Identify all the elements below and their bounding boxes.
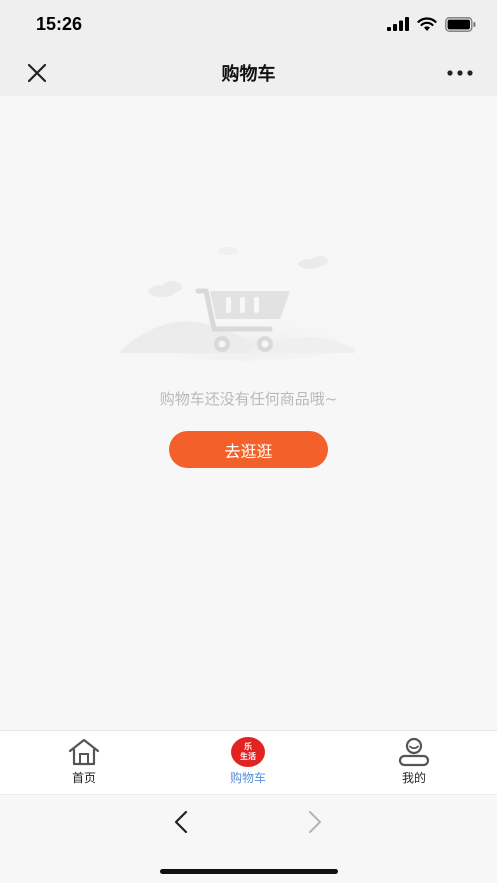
cart-empty-state: 购物车还没有任何商品哦~ 去逛逛 [0,96,497,730]
go-shopping-button[interactable]: 去逛逛 [169,431,328,468]
chevron-right-icon[interactable] [304,809,326,835]
profile-icon [398,737,430,767]
wifi-icon [417,16,437,31]
tab-bar: 首页 乐 生活 购物车 我的 [0,730,497,794]
chevron-left-icon[interactable] [170,809,192,835]
logo-text-bottom: 生活 [240,752,256,761]
more-icon[interactable] [445,62,475,84]
status-bar: 15:26 [0,0,497,48]
tab-cart[interactable]: 乐 生活 购物车 [188,731,308,795]
home-icon [68,738,100,766]
logo-text-top: 乐 [244,742,252,751]
tab-home-label: 首页 [71,771,96,785]
status-icons [387,16,477,32]
status-time: 15:26 [36,14,83,34]
home-indicator [160,869,338,874]
nav-bar: 购物车 [0,48,497,96]
cellular-signal-icon [387,17,409,31]
page-title: 购物车 [221,64,276,85]
tab-mine-label: 我的 [401,771,426,785]
empty-cart-icon [110,247,380,361]
le-life-logo: 乐 生活 [231,737,265,767]
empty-cart-message: 购物车还没有任何商品哦~ [159,390,338,408]
battery-icon [445,16,476,32]
tab-home[interactable]: 首页 [24,731,144,795]
tab-mine[interactable]: 我的 [354,731,474,795]
tab-cart-label: 购物车 [229,771,266,785]
browser-toolbar [0,794,497,883]
